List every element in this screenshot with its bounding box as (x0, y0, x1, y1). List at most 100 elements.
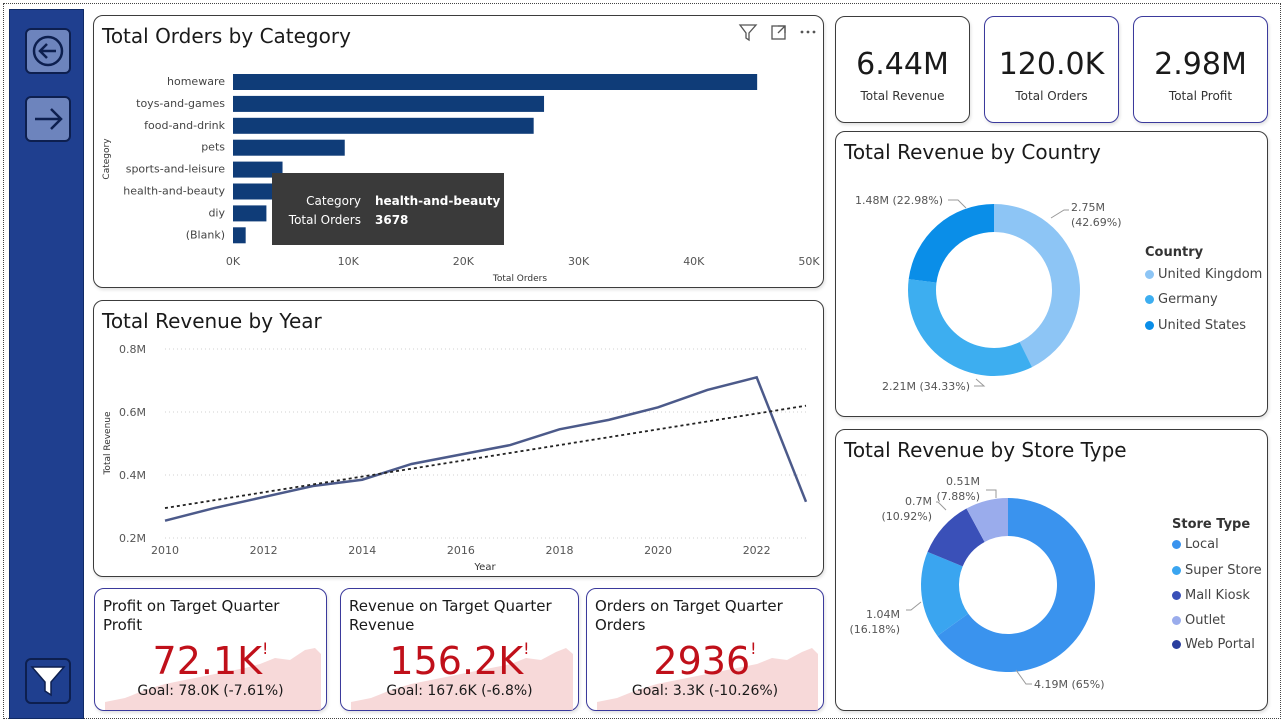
bar (233, 74, 758, 90)
bar (233, 117, 534, 134)
legend-item[interactable]: Outlet (1172, 613, 1225, 628)
filter-icon (30, 666, 66, 697)
legend-label: United States (1158, 318, 1247, 333)
revenue-by-year-card[interactable]: Total Revenue by Year 0.8M 0.6M 0.4M 0.2M 20… (93, 300, 824, 577)
legend-item[interactable]: United States (1145, 318, 1246, 333)
legend-label: Germany (1158, 292, 1218, 307)
x-tick-label: 2016 (447, 544, 475, 557)
tooltip-key: Category (306, 194, 361, 208)
legend-label: Outlet (1185, 613, 1226, 628)
data-label: (16.18%) (849, 623, 900, 636)
data-label: 0.7M (905, 495, 932, 508)
kpi-label: Total Profit (1168, 89, 1233, 103)
legend-title: Country (1145, 245, 1204, 260)
category-label: pets (201, 141, 225, 154)
legend-item[interactable]: United Kingdom (1145, 267, 1262, 282)
gauge-card-profit[interactable]: Profit on Target Quarter Profit 72.1K! Go… (94, 588, 327, 711)
tooltip-value: health-and-beauty (375, 194, 501, 208)
legend-dot (1172, 566, 1181, 575)
gauge-value: 2936! (653, 639, 757, 683)
bar (233, 95, 545, 112)
category-label: homeware (167, 75, 225, 88)
y-tick-label: 0.6M (119, 406, 146, 419)
data-label: 1.48M (22.98%) (855, 194, 943, 207)
data-label: 1.04M (866, 608, 900, 621)
x-tick-label: 2022 (743, 544, 771, 557)
gauge-goal: Goal: 78.0K (-7.61%) (137, 683, 284, 699)
leader-line (1015, 669, 1032, 685)
gauge-value: 156.2K! (389, 639, 530, 683)
x-tick-label: 2014 (348, 544, 376, 557)
gauge-card-orders[interactable]: Orders on Target Quarter Orders 2936! Goa… (586, 588, 824, 711)
leader-line (1050, 209, 1069, 219)
data-label: (7.88%) (936, 490, 980, 503)
legend-item[interactable]: Super Store (1172, 563, 1262, 578)
x-tick-label: 2020 (644, 544, 672, 557)
warning-icon: ! (523, 639, 530, 658)
leader-line (906, 601, 922, 611)
x-tick-label: 50K (798, 255, 820, 268)
legend-dot (1172, 616, 1181, 625)
legend-label: Super Store (1185, 563, 1262, 578)
leader-line (948, 199, 967, 209)
back-button[interactable] (25, 28, 71, 74)
legend-label: Web Portal (1185, 637, 1255, 652)
kpi-card-total-profit[interactable]: 2.98M Total Profit (1133, 16, 1268, 123)
x-tick-label: 30K (568, 255, 590, 268)
data-label: (42.69%) (1071, 216, 1122, 229)
donut-chart: 2.75M (42.69%) 2.21M (34.33%) 1.48M (22.98%… (855, 194, 1122, 393)
legend-item[interactable]: Germany (1145, 292, 1218, 307)
bar (233, 205, 267, 222)
y-axis-title: Total Revenue (103, 411, 113, 476)
gauge-title: Revenue on Target Quarter Revenue (349, 597, 552, 634)
x-axis-title: Year (473, 562, 496, 573)
y-tick-label: 0.2M (119, 532, 146, 545)
leader-line (936, 501, 947, 511)
x-tick-label: 2012 (250, 544, 278, 557)
legend-dot (1172, 640, 1181, 649)
y-tick-label: 0.4M (119, 469, 146, 482)
kpi-value: 120.0K (998, 47, 1105, 82)
legend-item[interactable]: Mall Kiosk (1172, 588, 1250, 603)
forward-button[interactable] (25, 96, 71, 142)
revenue-by-store-type-card[interactable]: Total Revenue by Store Type 4.19M (65%) 1… (835, 429, 1268, 711)
orders-by-category-card[interactable]: Total Orders by Category homeware toys-an… (93, 15, 824, 288)
revenue-by-country-card[interactable]: Total Revenue by Country 2.75M (42.69%) 2.… (835, 131, 1268, 417)
donut-slice (908, 279, 1033, 376)
legend-item[interactable]: Local (1172, 537, 1219, 552)
warning-icon: ! (262, 639, 269, 658)
legend-item[interactable]: Web Portal (1172, 637, 1255, 652)
gauge-value: 72.1K! (152, 639, 269, 683)
gauge-goal: Goal: 3.3K (-10.26%) (631, 683, 779, 699)
category-label: health-and-beauty (123, 185, 225, 198)
forward-arrow-icon (35, 108, 63, 130)
bar (233, 227, 246, 244)
kpi-label: Total Orders (1015, 89, 1088, 103)
legend-dot (1172, 591, 1181, 600)
donut-slice (994, 204, 1080, 368)
data-label: 0.51M (946, 475, 980, 488)
series-line (164, 375, 808, 522)
legend-label: United Kingdom (1158, 267, 1263, 282)
tooltip-key: Total Orders (288, 213, 361, 227)
category-label: sports-and-leisure (126, 163, 226, 176)
bar (233, 183, 276, 200)
filter-button[interactable] (25, 658, 71, 704)
gauge-title: Profit on Target Quarter Profit (103, 597, 280, 634)
trend-line (164, 404, 807, 509)
legend-label: Mall Kiosk (1185, 588, 1250, 603)
x-tick-label: 10K (338, 255, 360, 268)
donut-chart: 4.19M (65%) 1.04M (16.18%) 0.7M (10.92%) 0.51… (849, 475, 1104, 691)
leader-line (986, 489, 997, 498)
kpi-card-total-revenue[interactable]: 6.44M Total Revenue (835, 16, 970, 123)
category-label: (Blank) (186, 228, 225, 241)
bar (233, 139, 345, 156)
data-label: 2.21M (34.33%) (882, 380, 970, 393)
kpi-value: 2.98M (1154, 47, 1247, 82)
gauge-card-revenue[interactable]: Revenue on Target Quarter Revenue 156.2K!… (340, 588, 579, 711)
kpi-card-total-orders[interactable]: 120.0K Total Orders (984, 16, 1119, 123)
category-label: toys-and-games (136, 97, 225, 110)
back-arrow-icon (32, 35, 64, 67)
bar-chart: homeware toys-and-games food-and-drink pets… (102, 74, 820, 284)
donut-slice (908, 204, 994, 283)
